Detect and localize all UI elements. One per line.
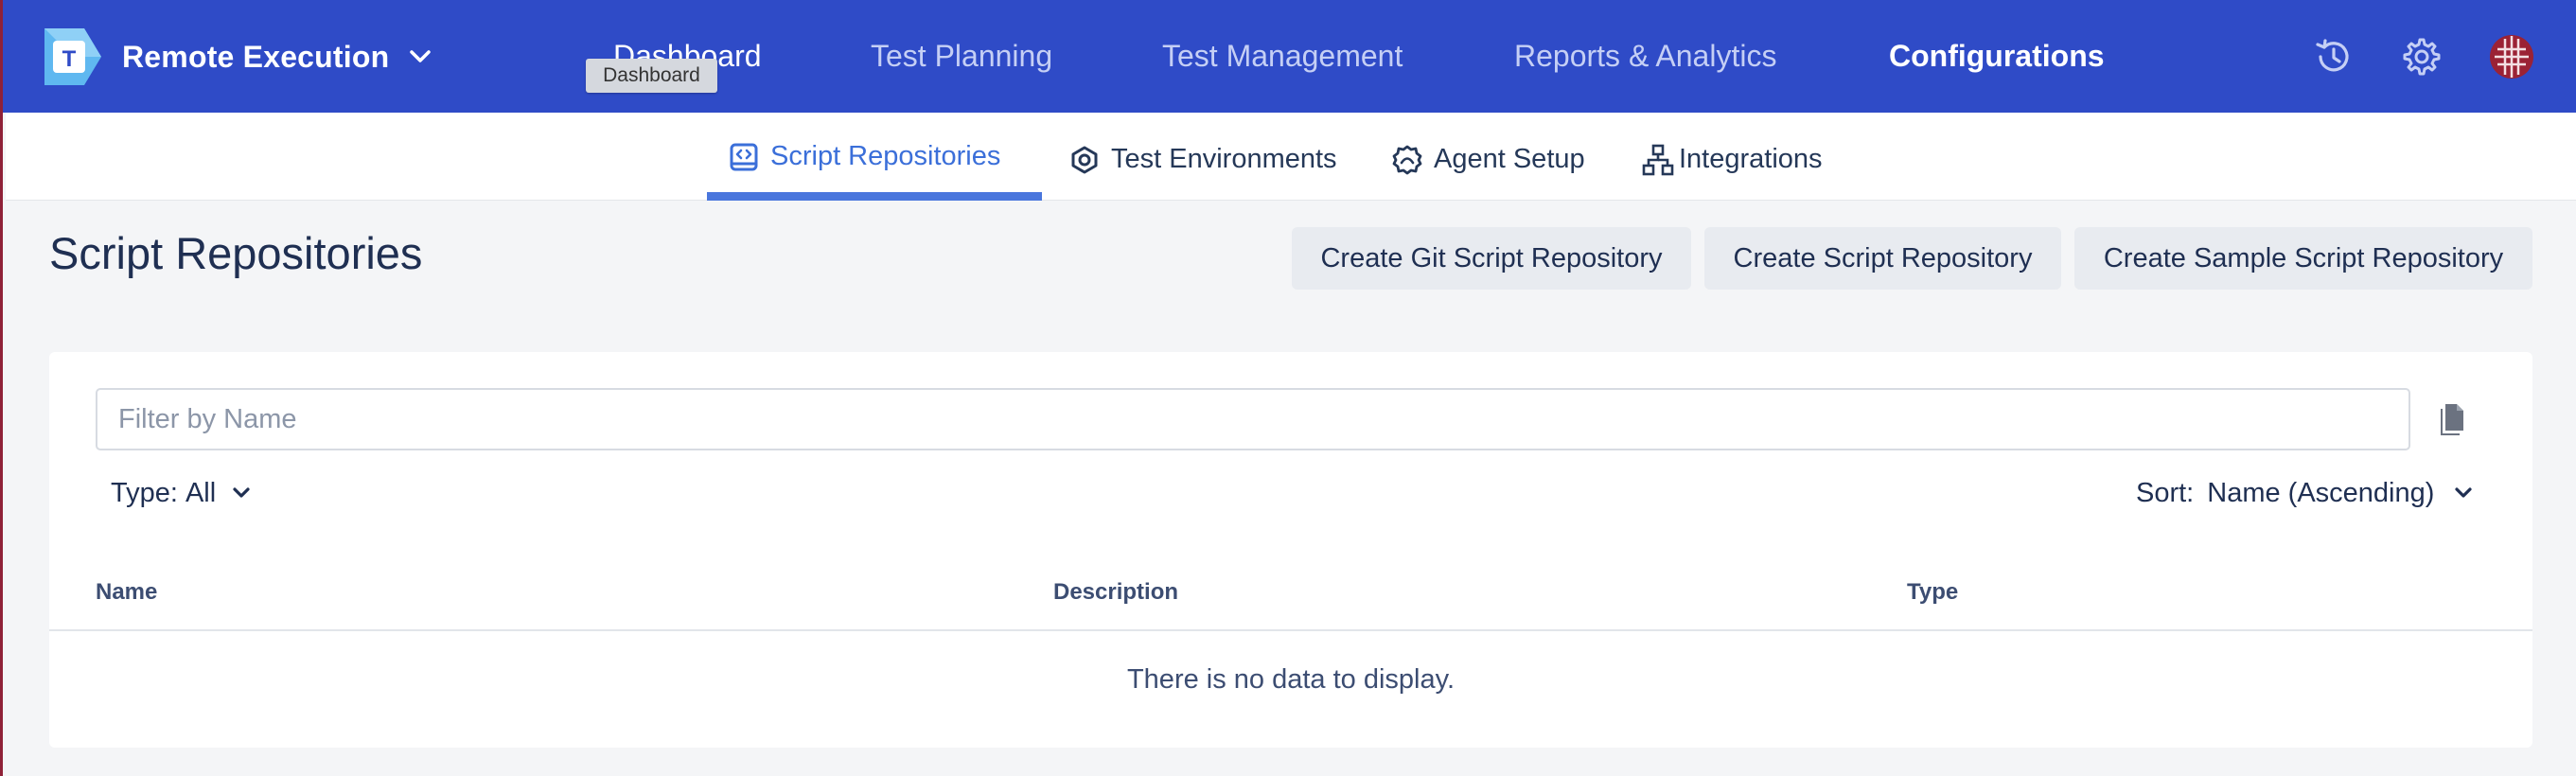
tab-label: Script Repositories <box>770 141 1001 171</box>
nav-test-management[interactable]: Test Management <box>1162 0 1403 113</box>
chevron-down-icon <box>2451 481 2476 505</box>
create-sample-script-repository-button[interactable]: Create Sample Script Repository <box>2074 227 2532 290</box>
project-name: Remote Execution <box>122 39 390 74</box>
create-git-script-repository-button[interactable]: Create Git Script Repository <box>1292 227 1691 290</box>
tab-label: Test Environments <box>1111 144 1337 174</box>
chevron-down-icon <box>229 481 254 505</box>
nav-test-planning[interactable]: Test Planning <box>871 0 1052 113</box>
app-logo-icon: T <box>44 28 101 85</box>
history-icon[interactable] <box>2309 32 2358 81</box>
tab-agent-setup[interactable]: Agent Setup <box>1390 115 1585 203</box>
tab-label: Agent Setup <box>1434 144 1585 174</box>
configurations-subnav: Script Repositories Test Environments Ag… <box>6 113 2576 201</box>
type-filter-value: All <box>185 477 217 508</box>
chevron-down-icon <box>406 43 434 71</box>
dashboard-tooltip: Dashboard <box>586 59 717 93</box>
top-navigation-bar: T Remote Execution Dashboard Test Planni… <box>3 0 2576 113</box>
sort-dropdown[interactable]: Sort: Name (Ascending) <box>2136 469 2476 517</box>
gear-badge-icon <box>1390 143 1424 177</box>
app-window: T Remote Execution Dashboard Test Planni… <box>0 0 2576 776</box>
sort-value: Name (Ascending) <box>2207 477 2435 508</box>
sort-label: Sort: <box>2136 477 2195 508</box>
filter-by-name-input[interactable] <box>96 388 2410 450</box>
hexagon-icon <box>1067 143 1102 177</box>
column-header-name[interactable]: Name <box>96 579 157 606</box>
type-filter-dropdown[interactable]: Type: All <box>111 469 254 517</box>
logo-letter: T <box>62 46 77 72</box>
nav-dashboard[interactable]: Dashboard <box>613 0 762 113</box>
column-header-description[interactable]: Description <box>1053 579 1178 606</box>
table-header-divider <box>49 629 2532 631</box>
tab-test-environments[interactable]: Test Environments <box>1067 115 1337 203</box>
column-header-type[interactable]: Type <box>1907 579 1958 606</box>
sitemap-icon <box>1641 143 1675 177</box>
tab-script-repositories[interactable]: Script Repositories <box>727 113 1000 201</box>
project-switcher[interactable]: T Remote Execution <box>44 28 434 85</box>
code-file-icon <box>727 140 761 174</box>
empty-table-message: There is no data to display. <box>1126 664 1456 695</box>
settings-gear-icon[interactable] <box>2395 32 2444 81</box>
copy-icon[interactable] <box>2428 396 2476 443</box>
tab-label: Integrations <box>1679 144 1823 174</box>
active-tab-indicator <box>707 192 1042 201</box>
tab-integrations[interactable]: Integrations <box>1641 115 1823 203</box>
repositories-card: Type: All Sort: Name (Ascending) Name De… <box>49 352 2532 748</box>
nav-configurations[interactable]: Configurations <box>1889 0 2105 113</box>
nav-reports-analytics[interactable]: Reports & Analytics <box>1514 0 1776 113</box>
create-script-repository-button[interactable]: Create Script Repository <box>1704 227 2061 290</box>
page-title: Script Repositories <box>49 228 423 278</box>
user-avatar-icon[interactable] <box>2487 32 2536 81</box>
type-filter-label: Type: <box>111 477 178 508</box>
